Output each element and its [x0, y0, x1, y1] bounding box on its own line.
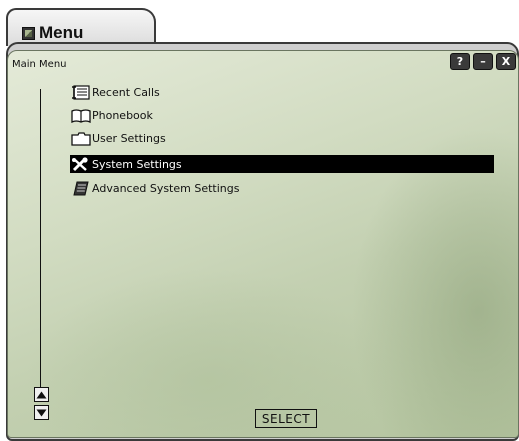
menu-item-recent-calls[interactable]: Recent Calls	[70, 83, 490, 101]
menu-item-label: System Settings	[92, 157, 182, 171]
book-icon	[70, 107, 92, 123]
menu-item-label: User Settings	[92, 131, 166, 145]
help-button[interactable]: ?	[450, 53, 470, 70]
app-icon	[22, 27, 35, 40]
menu-item-advanced-system-settings[interactable]: Advanced System Settings	[70, 179, 490, 197]
tools-icon	[70, 156, 92, 172]
window-title-tab: Menu	[6, 8, 156, 46]
menu-item-label: Advanced System Settings	[92, 181, 240, 195]
scroll-up-button[interactable]	[34, 387, 49, 402]
arrow-down-icon	[36, 409, 47, 416]
scroll-down-button[interactable]	[34, 405, 49, 420]
menu-item-label: Phonebook	[92, 108, 153, 122]
menu-panel: Main Menu ? – X Recent Calls Phonebook U…	[7, 50, 519, 438]
arrow-up-icon	[36, 391, 47, 398]
tree-line	[40, 89, 41, 389]
breadcrumb: Main Menu	[12, 59, 67, 70]
menu-item-label: Recent Calls	[92, 85, 160, 99]
notepad-icon	[70, 180, 92, 196]
call-log-icon	[70, 84, 92, 100]
close-button[interactable]: X	[496, 53, 516, 70]
menu-item-phonebook[interactable]: Phonebook	[70, 106, 490, 124]
menu-item-user-settings[interactable]: User Settings	[70, 129, 490, 147]
minimize-button[interactable]: –	[473, 53, 493, 70]
menu-item-system-settings[interactable]: System Settings	[70, 155, 494, 173]
select-button[interactable]: SELECT	[255, 409, 317, 428]
folder-icon	[70, 130, 92, 146]
window-title: Menu	[39, 23, 84, 42]
